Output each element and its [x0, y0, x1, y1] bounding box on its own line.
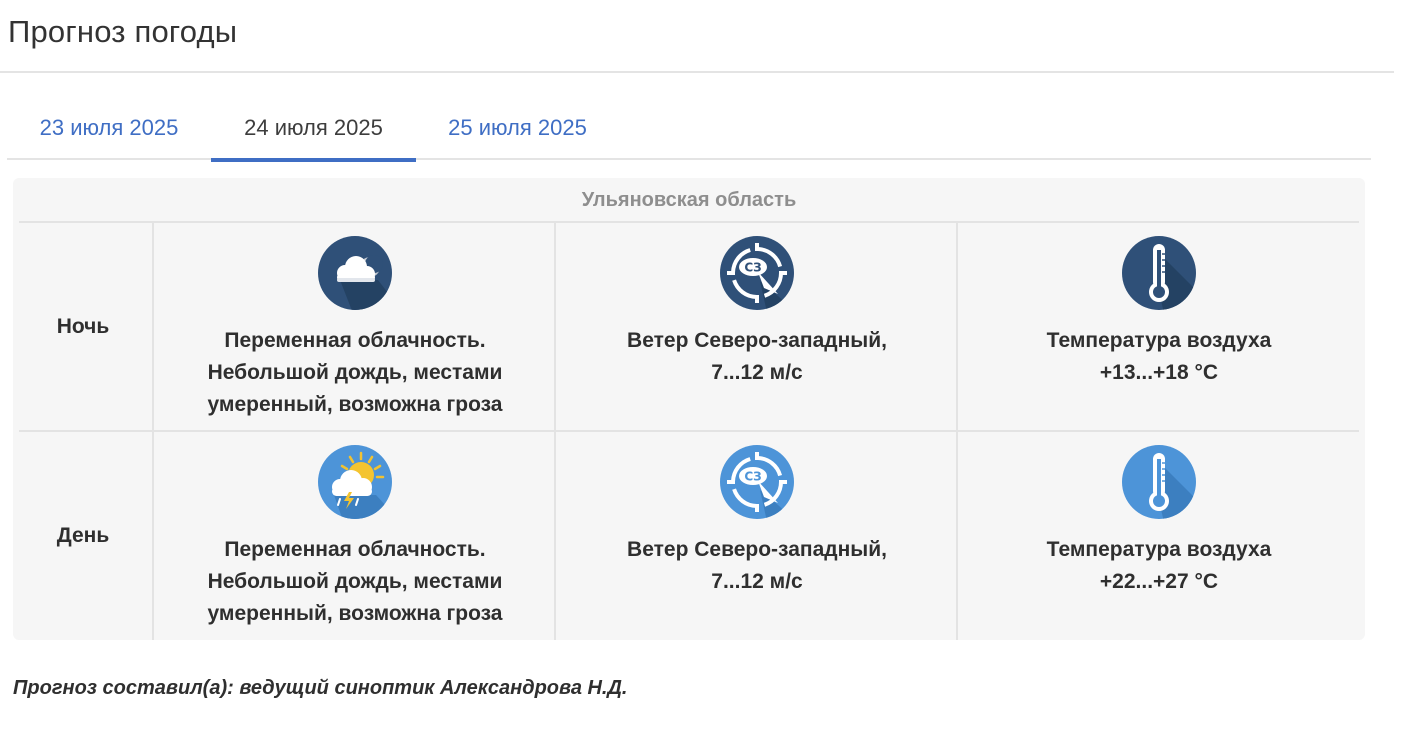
night-cloud-icon: [318, 236, 392, 310]
wind-line: Ветер Северо-западный,: [627, 329, 887, 352]
weather-line: Небольшой дождь, местами: [207, 570, 503, 593]
tab-24-july[interactable]: 24 июля 2025: [211, 96, 416, 162]
weather-line: Переменная облачность.: [224, 329, 486, 352]
wind-cell: СЗ Ветер Северо-западный, 7...12 м/с: [557, 223, 957, 389]
period-label: Ночь: [56, 314, 110, 338]
wind-northwest-icon: СЗ: [720, 445, 794, 519]
weather-line: Переменная облачность.: [224, 538, 486, 561]
wind-northwest-icon: СЗ: [720, 236, 794, 310]
region-name: Ульяновская область: [581, 188, 797, 211]
period-label: День: [56, 524, 110, 547]
wind-description: Ветер Северо-западный, 7...12 м/с: [567, 325, 947, 389]
forecast-author: Прогноз составил(а): ведущий синоптик Ал…: [13, 677, 628, 699]
temperature-cell: Температура воздуха +22...+27 °C: [959, 432, 1359, 598]
date-tabs: 23 июля 2025 24 июля 2025 25 июля 2025: [7, 96, 1371, 162]
temperature-line: +13...+18 °C: [1099, 361, 1219, 384]
wind-description: Ветер Северо-западный, 7...12 м/с: [567, 534, 947, 598]
forecast-row-night: Ночь Переменная облачность. Небольшой до…: [13, 223, 1365, 430]
tab-25-july[interactable]: 25 июля 2025: [416, 96, 619, 160]
wind-cell: СЗ Ветер Северо-западный, 7...12 м/с: [557, 432, 957, 598]
weather-line: Небольшой дождь, местами: [207, 361, 503, 384]
temperature-cell: Температура воздуха +13...+18 °C: [959, 223, 1359, 389]
forecast-row-day: День Переменная облачность. Небольшой до…: [13, 432, 1365, 640]
wind-direction-badge: СЗ: [744, 261, 761, 275]
temperature-line: +22...+27 °C: [1099, 570, 1219, 593]
weather-description: Переменная облачность. Небольшой дождь, …: [165, 325, 545, 421]
sun-cloud-thunderstorm-icon: [318, 445, 392, 519]
temperature-line: Температура воздуха: [1046, 329, 1272, 352]
wind-line: 7...12 м/с: [711, 570, 803, 593]
weather-cell: Переменная облачность. Небольшой дождь, …: [155, 223, 555, 421]
page-title: Прогноз погоды: [8, 14, 238, 49]
weather-line: умеренный, возможна гроза: [207, 393, 503, 416]
thermometer-icon: [1122, 445, 1196, 519]
temperature-line: Температура воздуха: [1046, 538, 1272, 561]
weather-description: Переменная облачность. Небольшой дождь, …: [165, 534, 545, 630]
temperature-description: Температура воздуха +22...+27 °C: [969, 534, 1349, 598]
wind-direction-badge: СЗ: [744, 470, 761, 484]
wind-line: Ветер Северо-западный,: [627, 538, 887, 561]
title-divider: [0, 71, 1394, 73]
thermometer-icon: [1122, 236, 1196, 310]
forecast-table: Ульяновская область Ночь Переменная обла…: [13, 178, 1365, 640]
tab-23-july[interactable]: 23 июля 2025: [7, 96, 211, 160]
weather-cell: Переменная облачность. Небольшой дождь, …: [155, 432, 555, 630]
temperature-description: Температура воздуха +13...+18 °C: [969, 325, 1349, 389]
wind-line: 7...12 м/с: [711, 361, 803, 384]
weather-line: умеренный, возможна гроза: [207, 602, 503, 625]
